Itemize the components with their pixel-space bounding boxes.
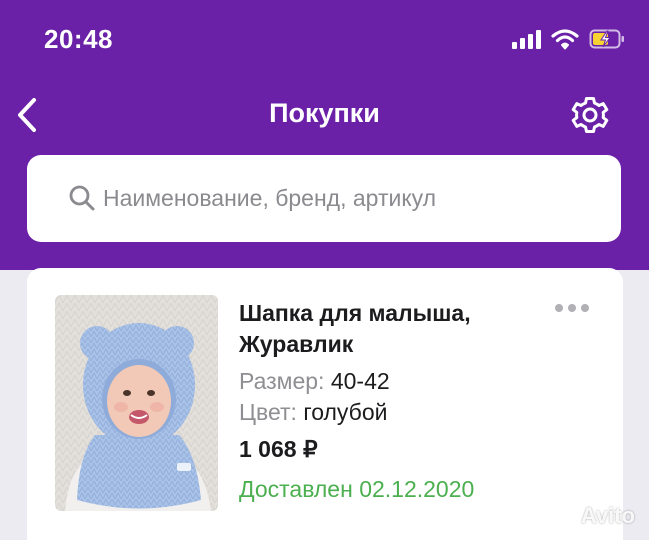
product-name[interactable]: Шапка для малыша, Журавлик [239, 298, 539, 360]
battery-charging-icon [589, 29, 625, 49]
header: 20:48 Покупки Наименование, бренд, артик… [0, 0, 649, 270]
settings-button[interactable] [570, 95, 610, 135]
wifi-icon [551, 28, 579, 50]
avito-logo-icon [540, 506, 575, 527]
status-icons [512, 26, 625, 52]
status-time: 20:48 [44, 24, 113, 54]
watermark-text: Avito [580, 503, 635, 528]
product-price: 1 068 ₽ [239, 436, 318, 462]
product-photo[interactable] [55, 295, 218, 511]
color-value: голубой [303, 399, 388, 425]
delivery-status: Доставлен 02.12.2020 [239, 476, 475, 502]
search-bar[interactable] [27, 155, 621, 242]
page-title: Покупки [269, 98, 380, 128]
size-value: 40-42 [330, 368, 390, 394]
search-input[interactable] [103, 175, 603, 221]
size-row: Размер: 40-42 [239, 367, 390, 395]
more-dots-icon[interactable] [555, 304, 589, 312]
search-icon [69, 185, 95, 211]
size-label: Размер: [239, 368, 325, 394]
gear-icon [571, 97, 609, 133]
cellular-signal-icon [512, 29, 541, 49]
color-label: Цвет: [239, 399, 297, 425]
purchases-screen: 20:48 Покупки Наименование, бренд, артик… [0, 0, 649, 540]
purchase-card[interactable]: Шапка для малыша, Журавлик Размер: 40-42… [27, 268, 623, 540]
color-row: Цвет: голубой [239, 398, 388, 426]
avito-watermark: Avito [539, 502, 635, 530]
